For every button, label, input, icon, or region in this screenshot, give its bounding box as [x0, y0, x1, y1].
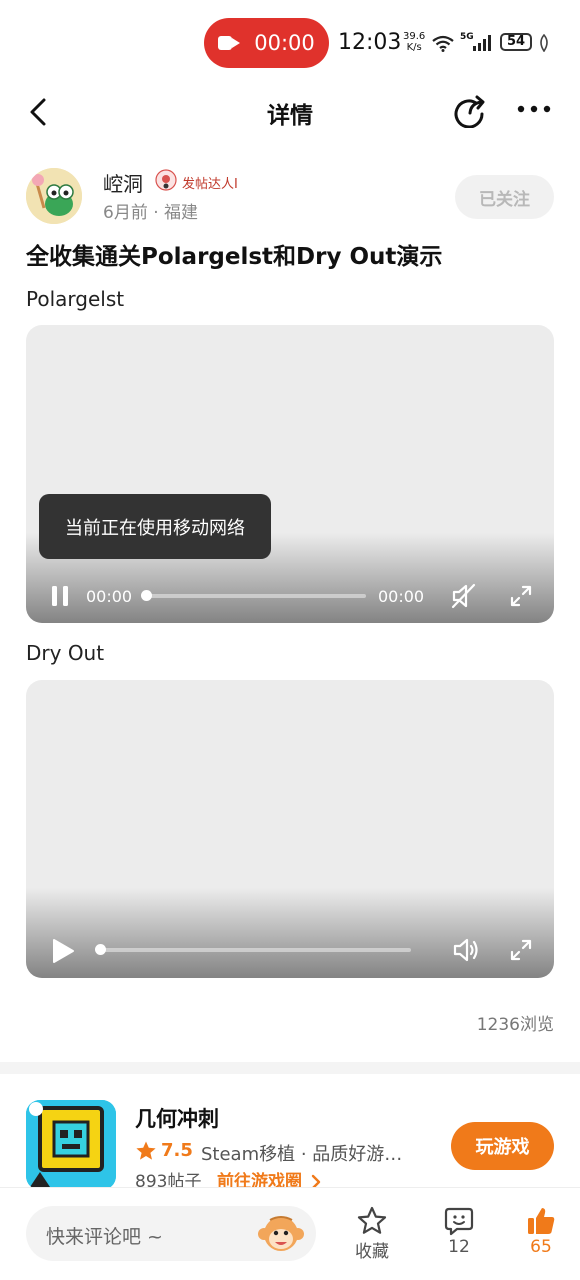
comment-count: 12: [448, 1237, 470, 1257]
comment-bubble-icon: [444, 1207, 474, 1236]
follow-button[interactable]: 已关注: [455, 175, 554, 219]
poster-badge-icon: [155, 169, 177, 191]
view-count: 1236浏览: [476, 1015, 554, 1035]
video-progress-track[interactable]: [146, 594, 366, 598]
mobile-network-toast: 当前正在使用移动网络: [39, 494, 271, 559]
signal-icon: [473, 35, 491, 51]
play-game-button[interactable]: 玩游戏: [451, 1122, 554, 1170]
star-outline-icon: [357, 1206, 387, 1234]
comment-placeholder: 快来评论吧 ~: [46, 1226, 163, 1248]
section-label-2: Dry Out: [26, 641, 105, 665]
video-controls-overlay: [26, 888, 554, 978]
post-title: 全收集通关Polargelst和Dry Out演示: [26, 244, 443, 270]
play-icon[interactable]: [51, 938, 75, 964]
author-badge: 发帖达人I: [182, 177, 238, 192]
wifi-icon: [432, 35, 454, 52]
fullscreen-icon[interactable]: [510, 939, 532, 961]
share-icon[interactable]: [452, 94, 488, 128]
geometry-dash-logo-icon: [26, 1100, 116, 1190]
video-progress-knob[interactable]: [141, 590, 152, 601]
pause-icon[interactable]: [50, 584, 70, 608]
video-duration: 00:00: [378, 587, 425, 606]
volume-icon[interactable]: [452, 937, 480, 963]
favorite-action[interactable]: 收藏: [342, 1205, 402, 1262]
video-player-1[interactable]: 00:00 00:00: [26, 325, 554, 623]
status-clock: 12:03: [338, 30, 402, 55]
record-time: 00:00: [254, 31, 315, 55]
like-action[interactable]: 65: [511, 1205, 571, 1257]
frog-avatar-icon: [26, 168, 82, 224]
video-progress-track[interactable]: [100, 948, 411, 952]
screen-record-indicator[interactable]: 00:00: [204, 18, 329, 68]
thumbs-up-icon: [528, 1208, 555, 1234]
video-progress-knob[interactable]: [95, 944, 106, 955]
game-rating: 7.5: [161, 1140, 193, 1161]
post-meta: 6月前 · 福建: [103, 203, 199, 223]
monkey-emoji-icon[interactable]: [258, 1212, 304, 1256]
mute-icon[interactable]: [450, 583, 478, 609]
net-speed: 39.6 K/s: [403, 31, 426, 53]
more-options-icon[interactable]: [516, 104, 552, 114]
game-description: Steam移植 · 品质好游…: [201, 1144, 403, 1165]
section-label-1: Polargelst: [26, 287, 125, 311]
video-current-time: 00:00: [86, 587, 133, 606]
battery-indicator: 54: [500, 33, 532, 51]
camera-icon: [218, 35, 241, 51]
section-divider: [0, 1062, 580, 1074]
game-icon[interactable]: [26, 1100, 116, 1190]
author-name[interactable]: 崆洞: [103, 168, 143, 197]
star-icon: [136, 1141, 156, 1160]
page-title: 详情: [267, 103, 313, 129]
fullscreen-icon[interactable]: [510, 585, 532, 607]
game-name[interactable]: 几何冲刺: [135, 1103, 219, 1133]
video-player-2[interactable]: [26, 680, 554, 978]
like-count: 65: [530, 1237, 552, 1257]
favorite-label: 收藏: [355, 1242, 389, 1262]
comment-action[interactable]: 12: [429, 1205, 489, 1257]
author-avatar[interactable]: [26, 168, 82, 224]
charging-leaf-icon: [540, 34, 548, 52]
